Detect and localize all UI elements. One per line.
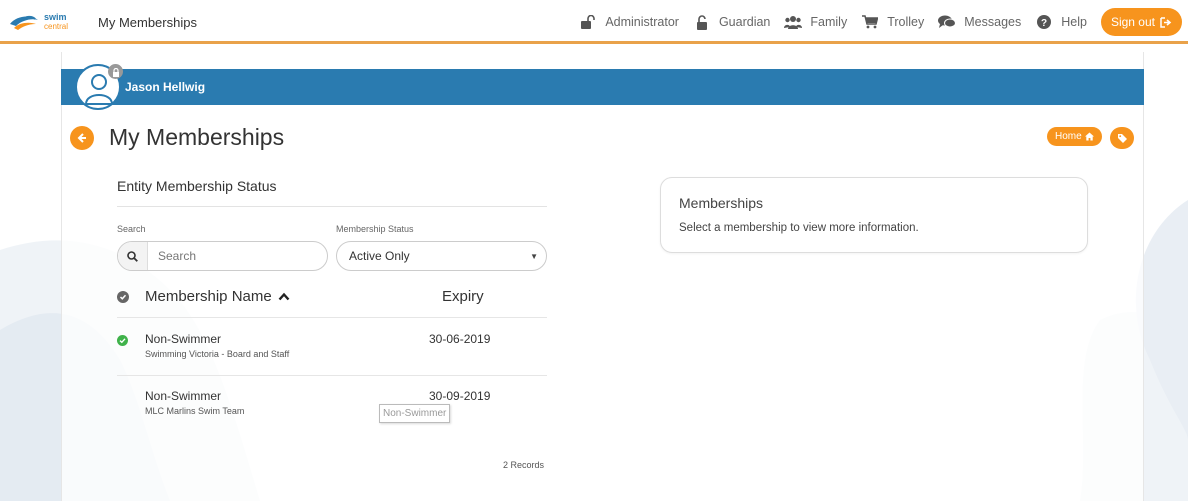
app-title: My Memberships (98, 15, 197, 30)
svg-text:?: ? (1041, 18, 1047, 29)
nav-trolley[interactable]: Trolley (861, 14, 924, 30)
avatar[interactable] (75, 64, 123, 110)
membership-expiry: 30-09-2019 (429, 389, 491, 403)
nav-administrator[interactable]: Administrator (579, 14, 679, 30)
search-label: Search (117, 224, 146, 234)
nav-help[interactable]: ? Help (1035, 14, 1087, 30)
check-circle-icon (117, 290, 129, 303)
cart-icon (861, 14, 879, 30)
column-name-label: Membership Name (145, 288, 272, 305)
info-panel-title: Memberships (679, 195, 764, 211)
caret-down-icon: ▼ (530, 251, 538, 261)
top-nav-bar: swim central My Memberships Administrato… (0, 0, 1188, 44)
search-icon[interactable] (118, 242, 148, 270)
table-row[interactable]: Non-Swimmer MLC Marlins Swim Team 30-09-… (117, 389, 547, 429)
nav-messages[interactable]: Messages (938, 14, 1021, 30)
status-select-value: Active Only (349, 249, 410, 263)
nav-label: Administrator (605, 15, 679, 29)
top-nav-menu: Administrator Guardian Family Trolley Me… (565, 6, 1188, 38)
membership-status-label: Membership Status (336, 224, 414, 234)
tag-button[interactable] (1110, 127, 1134, 149)
memberships-info-panel: Memberships Select a membership to view … (660, 177, 1088, 253)
column-header-expiry[interactable]: Expiry (442, 288, 484, 305)
membership-entity: Swimming Victoria - Board and Staff (145, 349, 290, 359)
sign-out-label: Sign out (1110, 15, 1155, 29)
sign-out-button[interactable]: Sign out (1100, 8, 1182, 36)
home-label: Home (1055, 131, 1082, 142)
sign-out-icon (1160, 16, 1172, 28)
swim-central-logo[interactable]: swim central (8, 10, 88, 34)
membership-name: Non-Swimmer (145, 332, 222, 346)
divider (117, 206, 547, 207)
records-count: 2 Records (503, 460, 545, 470)
main-card (61, 52, 1144, 501)
home-button[interactable]: Home (1047, 127, 1102, 146)
home-icon (1084, 132, 1094, 141)
arrow-left-icon (77, 132, 86, 143)
search-input[interactable] (148, 249, 318, 263)
unlock-icon (693, 14, 711, 30)
table-row[interactable]: Non-Swimmer Swimming Victoria - Board an… (117, 332, 547, 372)
profile-name: Jason Hellwig (125, 80, 206, 94)
lock-icon (108, 64, 123, 79)
question-circle-icon: ? (1035, 14, 1053, 30)
unlock-icon (579, 14, 597, 30)
users-icon (784, 14, 803, 30)
row-divider (117, 317, 547, 318)
tag-icon (1117, 133, 1127, 143)
chevron-up-icon (278, 292, 290, 301)
page-header: My Memberships (70, 124, 284, 151)
nav-label: Trolley (887, 15, 925, 29)
nav-family[interactable]: Family (784, 14, 847, 30)
nav-label: Messages (964, 15, 1022, 29)
nav-label: Guardian (718, 15, 771, 29)
tooltip: Non-Swimmer (379, 404, 451, 423)
membership-entity: MLC Marlins Swim Team (145, 406, 245, 416)
active-check-icon (117, 335, 128, 346)
nav-label: Family (810, 15, 848, 29)
svg-text:swim: swim (44, 12, 67, 22)
comments-icon (938, 14, 957, 30)
membership-name: Non-Swimmer (145, 389, 222, 403)
page-title: My Memberships (109, 124, 285, 150)
row-divider (117, 375, 547, 376)
search-box (117, 241, 328, 271)
column-header-name[interactable]: Membership Name (117, 288, 290, 305)
nav-guardian[interactable]: Guardian (693, 14, 770, 30)
profile-bar: Jason Hellwig (61, 69, 1144, 105)
membership-expiry: 30-06-2019 (429, 332, 491, 346)
section-title: Entity Membership Status (117, 178, 277, 194)
nav-label: Help (1061, 15, 1087, 29)
membership-status-select[interactable]: Active Only ▼ (336, 241, 547, 271)
svg-text:central: central (44, 22, 68, 31)
info-panel-text: Select a membership to view more informa… (679, 222, 919, 234)
back-button[interactable] (70, 125, 94, 150)
